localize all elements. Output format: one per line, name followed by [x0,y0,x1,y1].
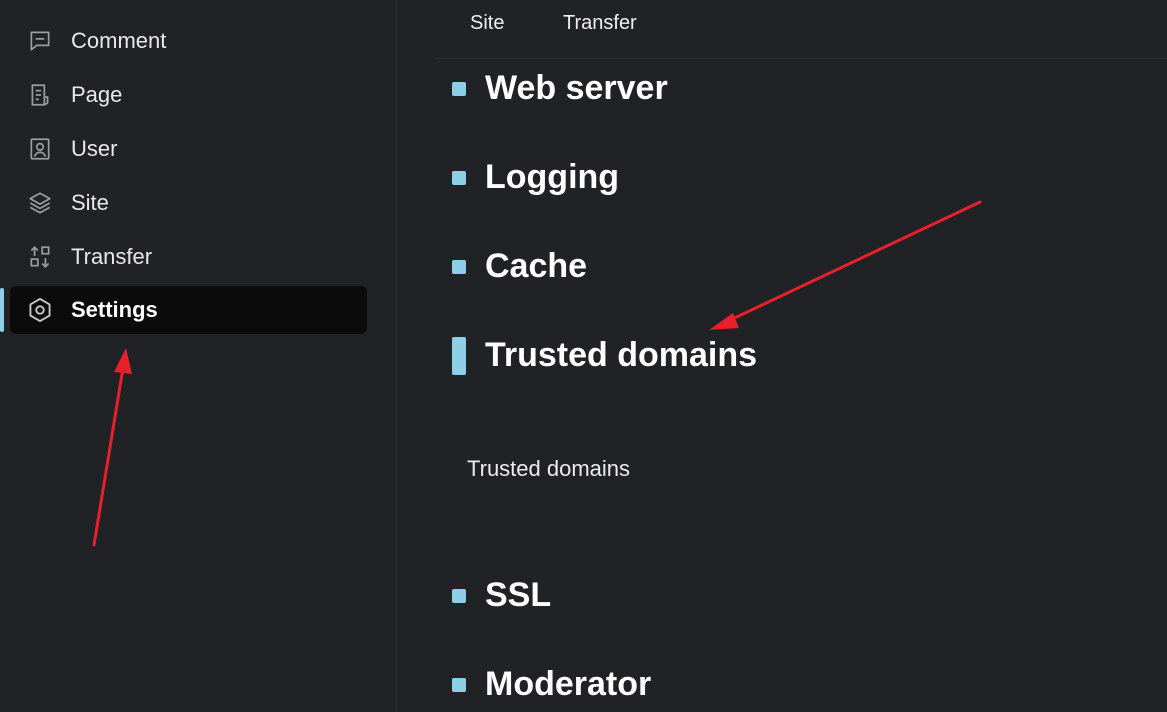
section-trusted-domains[interactable]: Trusted domains [452,336,757,375]
section-web-server[interactable]: Web server [452,69,668,108]
comment-icon [26,27,54,55]
sidebar-item-transfer[interactable]: Transfer [10,233,367,281]
sidebar-item-label: Settings [71,297,158,322]
tab-bar: Site Transfer [435,0,1167,59]
sidebar-item-label: Site [71,190,109,215]
sidebar-item-settings[interactable]: Settings [10,286,367,334]
sidebar-item-label: Comment [71,28,167,53]
section-bullet-active [452,336,466,375]
section-title: Moderator [485,665,652,703]
sidebar-item-site[interactable]: Site [10,179,367,227]
section-title: Logging [485,158,620,196]
arrow-to-trusted-domains [709,200,982,330]
section-title: Trusted domains [485,336,758,374]
active-indicator [0,288,4,332]
section-logging[interactable]: Logging [452,158,619,197]
tab-transfer[interactable]: Transfer [563,12,637,35]
section-bullet [452,588,466,603]
user-icon [26,135,54,163]
sidebar-item-comment[interactable]: Comment [10,17,367,65]
sidebar-item-label: Transfer [71,244,153,269]
sidebar: Comment Page User Site Transfer Settings [0,0,397,712]
trusted-domains-label: Trusted domains [467,456,631,481]
section-title: Cache [485,247,588,285]
settings-icon [26,296,54,324]
section-moderator[interactable]: Moderator [452,665,651,704]
section-ssl[interactable]: SSL [452,576,551,615]
sidebar-item-label: User [71,136,118,161]
section-bullet [452,677,466,692]
page-icon [26,81,54,109]
sidebar-item-user[interactable]: User [10,125,367,173]
section-title: Web server [485,69,668,107]
section-bullet [452,170,466,185]
transfer-icon [26,243,54,271]
section-cache[interactable]: Cache [452,247,587,286]
section-title: SSL [485,576,552,614]
layers-icon [26,189,54,217]
section-bullet [452,81,466,96]
sidebar-item-page[interactable]: Page [10,71,367,119]
sidebar-item-label: Page [71,82,123,107]
tab-site[interactable]: Site [470,12,504,35]
section-bullet [452,259,466,274]
